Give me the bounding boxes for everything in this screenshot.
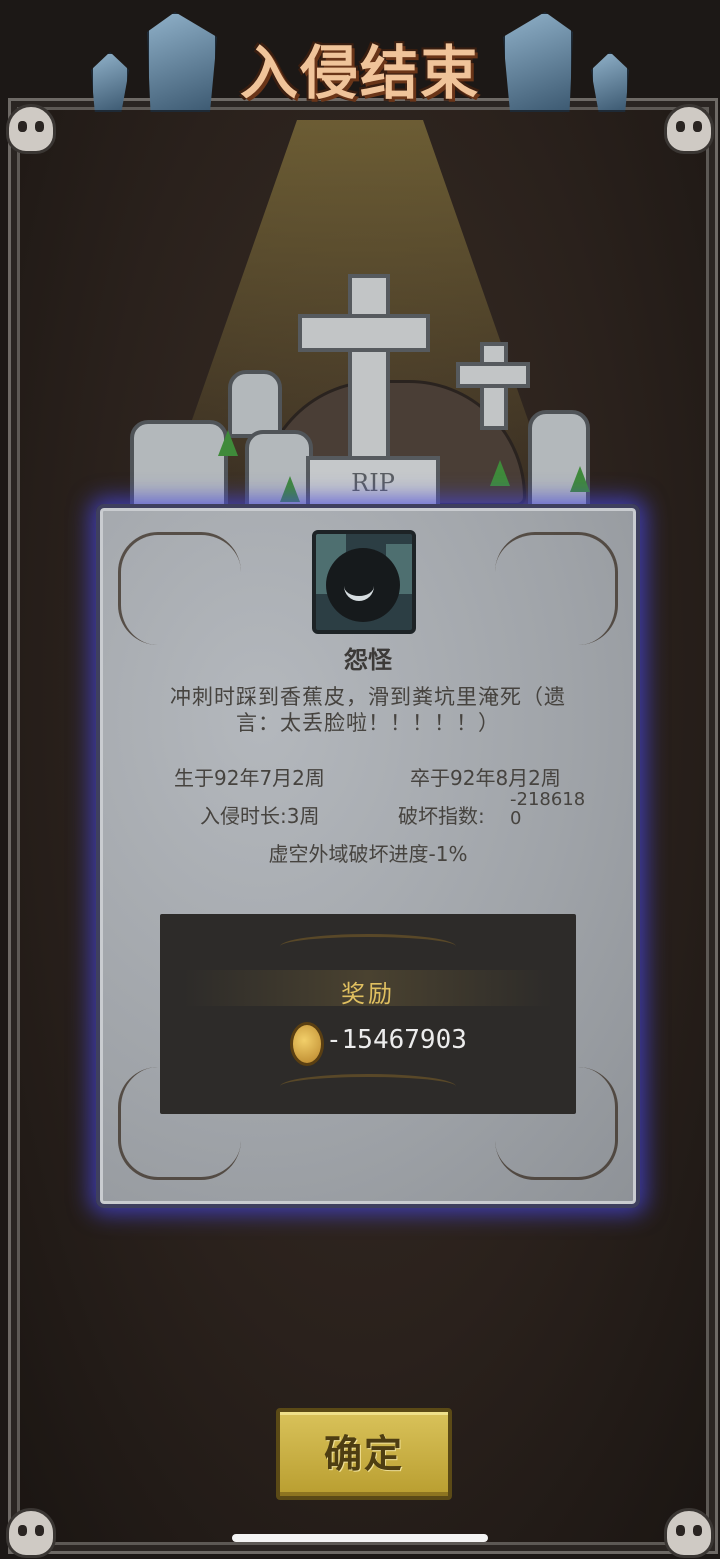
ornament-corner [118, 532, 241, 645]
skull-ornament-bottom-left [6, 1508, 56, 1558]
tombstone-left-small [228, 370, 282, 438]
death-description: 冲刺时踩到香蕉皮，滑到粪坑里淹死（遗言：太丢脸啦！！！！！） [170, 685, 566, 735]
tombstone-left [130, 420, 228, 508]
monster-name: 怨怪 [344, 646, 392, 674]
destruction-progress: 虚空外域破坏进度-1% [268, 842, 468, 866]
grass-tuft [280, 476, 300, 502]
reward-ornament-top [280, 934, 456, 959]
invasion-duration: 入侵时长:3周 [200, 804, 320, 828]
confirm-button[interactable]: 确定 [276, 1408, 452, 1500]
grass-tuft [570, 466, 590, 492]
birth-date: 生于92年7月2周 [174, 766, 325, 790]
home-indicator[interactable] [232, 1534, 488, 1542]
reward-label: 奖励 [341, 980, 395, 1008]
big-cross-vertical [348, 274, 390, 472]
death-card: 怨怪 冲刺时踩到香蕉皮，滑到粪坑里淹死（遗言：太丢脸啦！！！！！） 生于92年7… [96, 504, 640, 1208]
skull-ornament-top-left [6, 104, 56, 154]
tombstone-epitaph: RIP [306, 456, 440, 510]
monster-portrait [312, 530, 416, 634]
page-title: 入侵结束 [239, 39, 480, 107]
ornament-corner [495, 532, 618, 645]
grass-tuft [490, 460, 510, 486]
skull-ornament-bottom-right [664, 1508, 714, 1558]
tombstone-right [528, 410, 590, 508]
damage-index-label: 破坏指数: [398, 804, 485, 828]
death-date: 卒于92年8月2周 [410, 766, 561, 790]
coin-icon [290, 1022, 324, 1066]
reward-ornament-bottom [280, 1074, 456, 1099]
small-cross-horizontal [456, 362, 530, 388]
grass-tuft [218, 430, 238, 456]
damage-index-value: -2186180 [510, 789, 586, 829]
tombstone-left-mid [245, 430, 313, 508]
graveyard-illustration: RIP [120, 270, 600, 510]
big-cross-horizontal [298, 314, 430, 352]
skull-ornament-top-right [664, 104, 714, 154]
title-banner: 入侵结束 [85, 8, 635, 112]
reward-panel: 奖励 -15467903 [160, 914, 576, 1114]
reward-value: -15467903 [326, 1025, 467, 1055]
